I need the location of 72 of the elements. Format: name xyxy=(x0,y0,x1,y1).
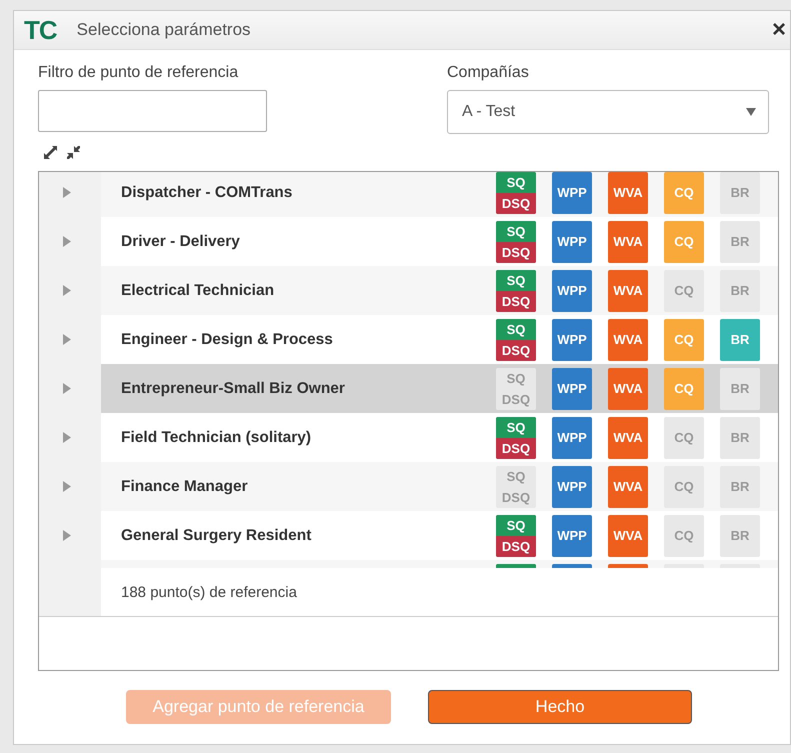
assessment-badge: WPP xyxy=(552,172,592,214)
row-title: Electrical Technician xyxy=(120,282,276,300)
list-row[interactable]: Finance Manager SQ DSQ WPP WVA CQ BR xyxy=(101,462,778,511)
window-title: Selecciona parámetros xyxy=(76,20,252,40)
field-label: Compañías xyxy=(447,64,530,82)
assessment-badge: CQ xyxy=(664,416,704,458)
expand-arrow-icon[interactable] xyxy=(63,383,71,394)
assessment-badge: WVA xyxy=(608,220,648,262)
sq-dsq-badge: SQ DSQ xyxy=(496,220,536,262)
assessment-badge: WPP xyxy=(552,514,592,556)
assessment-badge: WVA xyxy=(608,270,648,312)
sq-dsq-badge: SQ DSQ xyxy=(496,466,536,508)
field-label: Filtro de punto de referencia xyxy=(38,64,240,82)
assessment-badge: WVA xyxy=(608,416,648,458)
assessment-badge: CQ xyxy=(664,318,704,360)
close-button[interactable]: × xyxy=(772,16,786,44)
row-title: Dispatcher - COMTrans xyxy=(120,184,294,202)
company-dropdown[interactable]: A - Test xyxy=(447,90,769,134)
expand-arrow-icon[interactable] xyxy=(63,236,71,247)
sq-dsq-badge: SQ DSQ xyxy=(496,368,536,410)
assessment-badge: CQ xyxy=(664,514,704,556)
assessment-badge: WPP xyxy=(552,466,592,508)
list-row[interactable]: Entrepreneur-Small Biz Owner SQ DSQ WPP WVA CQ BR xyxy=(101,364,778,413)
collapse-icon[interactable] xyxy=(67,146,80,159)
assessment-badge: WPP xyxy=(552,368,592,410)
assessment-badge: WPP xyxy=(552,220,592,262)
assessment-badge: CQ xyxy=(664,270,704,312)
row-title: Driver - Delivery xyxy=(120,232,241,250)
assessment-badge: BR xyxy=(720,270,760,312)
expand-arrow-icon[interactable] xyxy=(63,432,71,443)
filter-field[interactable] xyxy=(38,90,267,132)
assessment-badge: WVA xyxy=(608,466,648,508)
count-text: 188 punto(s) de referencia xyxy=(120,584,298,600)
list-row[interactable]: Electrical Technician SQ DSQ WPP WVA CQ BR xyxy=(101,266,778,315)
expand-arrow-icon[interactable] xyxy=(63,530,71,541)
row-title: Entrepreneur-Small Biz Owner xyxy=(120,380,346,398)
expand-arrow-icon[interactable] xyxy=(63,334,71,345)
assessment-badge: BR xyxy=(720,514,760,556)
row-title: Field Technician (solitary) xyxy=(120,428,312,446)
row-title: Finance Manager xyxy=(120,478,249,496)
row-title: General Surgery Resident xyxy=(120,526,312,544)
assessment-badge: WVA xyxy=(608,514,648,556)
sq-dsq-badge: SQ DSQ xyxy=(496,416,536,458)
assessment-badge: BR xyxy=(720,318,760,360)
assessment-badge: WPP xyxy=(552,416,592,458)
expand-arrow-icon[interactable] xyxy=(63,285,71,296)
assessment-badge: WPP xyxy=(552,270,592,312)
sq-dsq-badge: SQ DSQ xyxy=(496,270,536,312)
assessment-badge: BR xyxy=(720,368,760,410)
assessment-badge: BR xyxy=(720,466,760,508)
assessment-badge: CQ xyxy=(664,220,704,262)
assessment-badge: WPP xyxy=(552,318,592,360)
assessment-badge: WVA xyxy=(608,318,648,360)
assessment-badge: CQ xyxy=(664,466,704,508)
assessment-badge: CQ xyxy=(664,172,704,214)
caret-icon xyxy=(746,108,756,116)
expand-icon[interactable] xyxy=(44,146,57,159)
assessment-badge: BR xyxy=(720,172,760,214)
sq-dsq-badge: SQ DSQ xyxy=(496,318,536,360)
assessment-badge: BR xyxy=(720,220,760,262)
row-title: Engineer - Design & Process xyxy=(120,330,334,348)
list-row[interactable]: Dispatcher - COMTrans SQ DSQ WPP WVA CQ BR xyxy=(101,172,778,217)
assessment-badge: WVA xyxy=(608,172,648,214)
dropdown-value: A - Test xyxy=(462,103,516,121)
assessment-badge: WVA xyxy=(608,368,648,410)
logo: TC xyxy=(24,14,57,46)
assessment-badge: BR xyxy=(720,416,760,458)
expand-arrow-icon[interactable] xyxy=(63,187,71,198)
expand-arrow-icon[interactable] xyxy=(63,481,71,492)
sq-dsq-badge: SQ DSQ xyxy=(496,172,536,214)
sq-dsq-badge: SQ DSQ xyxy=(496,514,536,556)
assessment-badge: CQ xyxy=(664,368,704,410)
